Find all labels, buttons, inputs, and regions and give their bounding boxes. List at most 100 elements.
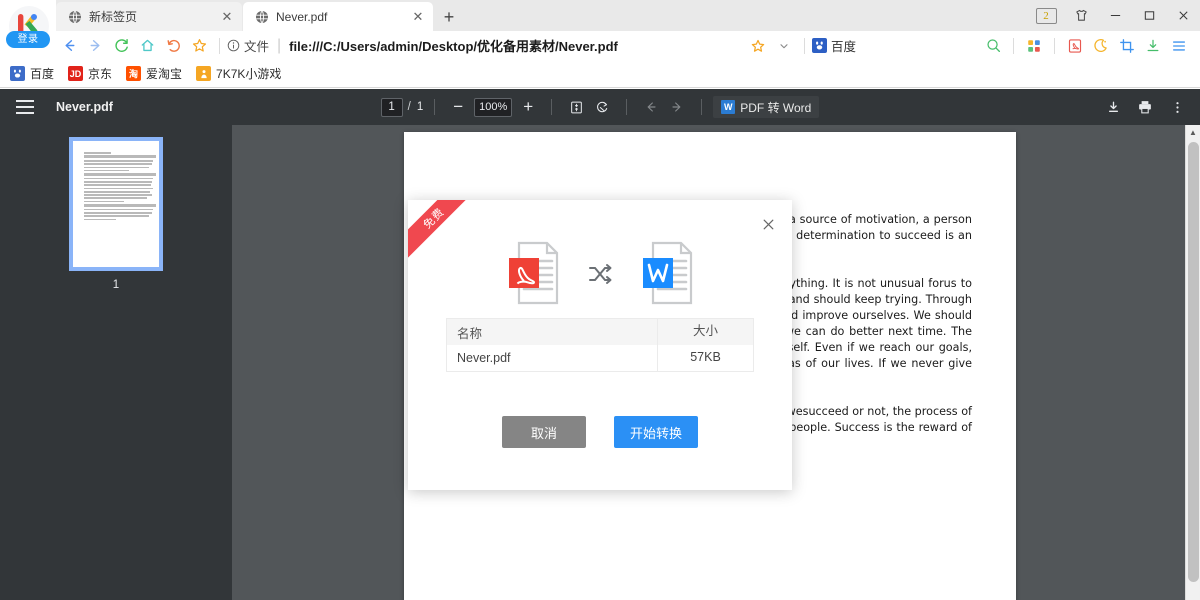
magnifier-icon[interactable] — [980, 33, 1006, 59]
minimize-button[interactable] — [1098, 0, 1132, 31]
scheme-label: 文件 — [244, 40, 270, 54]
bookmark-jd[interactable]: JD 京东 — [68, 65, 112, 82]
reload-button[interactable] — [108, 33, 134, 59]
omnibox-divider: | — [277, 36, 282, 54]
close-icon[interactable]: ✕ — [218, 8, 236, 26]
fit-page-icon[interactable] — [563, 95, 589, 119]
toolbar-divider — [1054, 37, 1055, 54]
undo-history-icon[interactable] — [160, 33, 186, 59]
next-page-button[interactable] — [664, 95, 690, 119]
start-convert-button[interactable]: 开始转换 — [614, 416, 698, 448]
globe-icon — [68, 10, 82, 24]
table-header-row: 名称 大小 — [447, 319, 753, 345]
browser-logo-area[interactable]: 登录 — [0, 0, 56, 60]
screenshot-crop-icon[interactable] — [1114, 33, 1140, 59]
file-table: 名称 大小 Never.pdf 57KB — [446, 318, 754, 372]
zoom-in-button[interactable]: + — [516, 95, 540, 119]
address-bar[interactable]: 文件 | file:///C:/Users/admin/Desktop/优化备用… — [227, 33, 745, 59]
search-engine-chip[interactable]: 百度 — [811, 36, 856, 55]
thumbnail-content-preview — [84, 152, 156, 222]
pdf-tool-icon[interactable] — [1062, 33, 1088, 59]
column-header-name: 名称 — [457, 326, 483, 341]
zoom-level-value[interactable]: 100% — [474, 97, 513, 117]
star-outline-icon[interactable] — [186, 33, 212, 59]
close-icon[interactable]: ✕ — [409, 8, 427, 26]
login-badge[interactable]: 登录 — [6, 31, 50, 48]
download-arrow-icon[interactable] — [1100, 95, 1126, 119]
baidu-paw-icon — [10, 66, 25, 81]
toolbar-divider — [551, 99, 553, 115]
page-thumbnail[interactable] — [69, 137, 163, 271]
bookmark-label: 7K7K小游戏 — [216, 67, 282, 81]
table-row[interactable]: Never.pdf 57KB — [447, 345, 753, 371]
pdf-toolbar-right — [1100, 89, 1190, 125]
column-header-size: 大小 — [657, 319, 753, 345]
maximize-button[interactable] — [1132, 0, 1166, 31]
cell-file-size: 57KB — [657, 345, 753, 371]
printer-icon[interactable] — [1132, 95, 1158, 119]
conversion-illustration — [408, 232, 792, 316]
shuffle-convert-icon — [587, 261, 613, 287]
taobao-icon: 淘 — [126, 66, 142, 81]
tshirt-skin-icon[interactable] — [1064, 0, 1098, 31]
bookmark-label: 百度 — [30, 67, 55, 81]
bookmark-label: 京东 — [88, 67, 113, 81]
navigation-bar: 文件 | file:///C:/Users/admin/Desktop/优化备用… — [0, 31, 1200, 60]
url-text: file:///C:/Users/admin/Desktop/优化备用素材/Ne… — [289, 39, 618, 54]
pdf-viewer-toolbar: Never.pdf 1 / 1 − 100% + W PDF 转 Word — [0, 89, 1200, 125]
vertical-scrollbar[interactable]: ▲ — [1185, 125, 1200, 600]
omnibox-actions: 百度 — [745, 33, 1192, 59]
home-button[interactable] — [134, 33, 160, 59]
bookmark-baidu[interactable]: 百度 — [10, 65, 54, 82]
pdf-to-word-label: PDF 转 Word — [740, 100, 812, 115]
toolbar-divider — [803, 37, 805, 54]
page-separator: / — [407, 101, 411, 113]
zoom-out-button[interactable]: − — [446, 95, 470, 119]
previous-page-button[interactable] — [638, 95, 664, 119]
page-number-input[interactable]: 1 — [380, 97, 403, 117]
browser-chrome: 新标签页 ✕ Never.pdf ✕ + 2 文件 | file:///C:/U… — [0, 0, 1200, 88]
bookmark-taobao[interactable]: 淘 爱淘宝 — [126, 65, 182, 82]
apps-grid-icon[interactable] — [1021, 33, 1047, 59]
bookmark-7k7k[interactable]: 7K7K小游戏 — [196, 65, 281, 82]
bookmark-star-icon[interactable] — [745, 33, 771, 59]
toolbar-divider — [219, 37, 220, 54]
tab-new-tab-page[interactable]: 新标签页 ✕ — [56, 2, 242, 31]
pdf-file-icon — [505, 241, 561, 307]
chevron-down-icon[interactable] — [771, 33, 797, 59]
pdf-to-word-dialog: 免费 名称 大小 Never.pdf 57KB 取消 开始转换 — [408, 200, 792, 490]
rotate-icon[interactable] — [589, 95, 615, 119]
scroll-up-arrow[interactable]: ▲ — [1186, 125, 1200, 140]
forward-button[interactable] — [82, 33, 108, 59]
pdf-to-word-button[interactable]: W PDF 转 Word — [713, 96, 820, 118]
back-button[interactable] — [56, 33, 82, 59]
search-engine-label: 百度 — [830, 40, 856, 54]
tab-strip: 新标签页 ✕ Never.pdf ✕ + 2 — [0, 0, 1200, 31]
tab-title: 新标签页 — [89, 10, 138, 24]
close-button[interactable] — [1166, 0, 1200, 31]
hamburger-menu-icon[interactable] — [1166, 33, 1192, 59]
toolbar-divider — [434, 99, 436, 115]
new-tab-button[interactable]: + — [437, 5, 461, 29]
cancel-button[interactable]: 取消 — [502, 416, 586, 448]
thumbnail-page-label: 1 — [112, 279, 120, 291]
browser-window: 新标签页 ✕ Never.pdf ✕ + 2 文件 | file:///C:/U… — [0, 0, 1200, 600]
more-vertical-icon[interactable] — [1164, 95, 1190, 119]
file-scheme-chip: 文件 — [227, 36, 269, 55]
pdf-toolbar-center: 1 / 1 − 100% + W PDF 转 Word — [0, 89, 1200, 125]
window-controls: 2 — [1030, 0, 1200, 31]
tab-title: Never.pdf — [276, 9, 328, 24]
tab-never-pdf[interactable]: Never.pdf ✕ — [243, 2, 433, 31]
info-circle-icon — [227, 39, 240, 52]
thumbnail-pane: 1 — [0, 125, 232, 600]
jd-icon: JD — [68, 66, 84, 81]
toolbar-divider — [626, 99, 628, 115]
bookmarks-bar: 百度 JD 京东 淘 爱淘宝 7K7K小游戏 — [0, 60, 1200, 88]
scrollbar-thumb[interactable] — [1188, 142, 1199, 582]
close-icon[interactable] — [758, 214, 778, 234]
globe-icon — [255, 10, 269, 24]
moon-night-mode-icon[interactable] — [1088, 33, 1114, 59]
download-arrow-icon[interactable] — [1140, 33, 1166, 59]
tab-count-badge[interactable]: 2 — [1030, 0, 1064, 31]
page-total: 1 — [416, 101, 424, 113]
